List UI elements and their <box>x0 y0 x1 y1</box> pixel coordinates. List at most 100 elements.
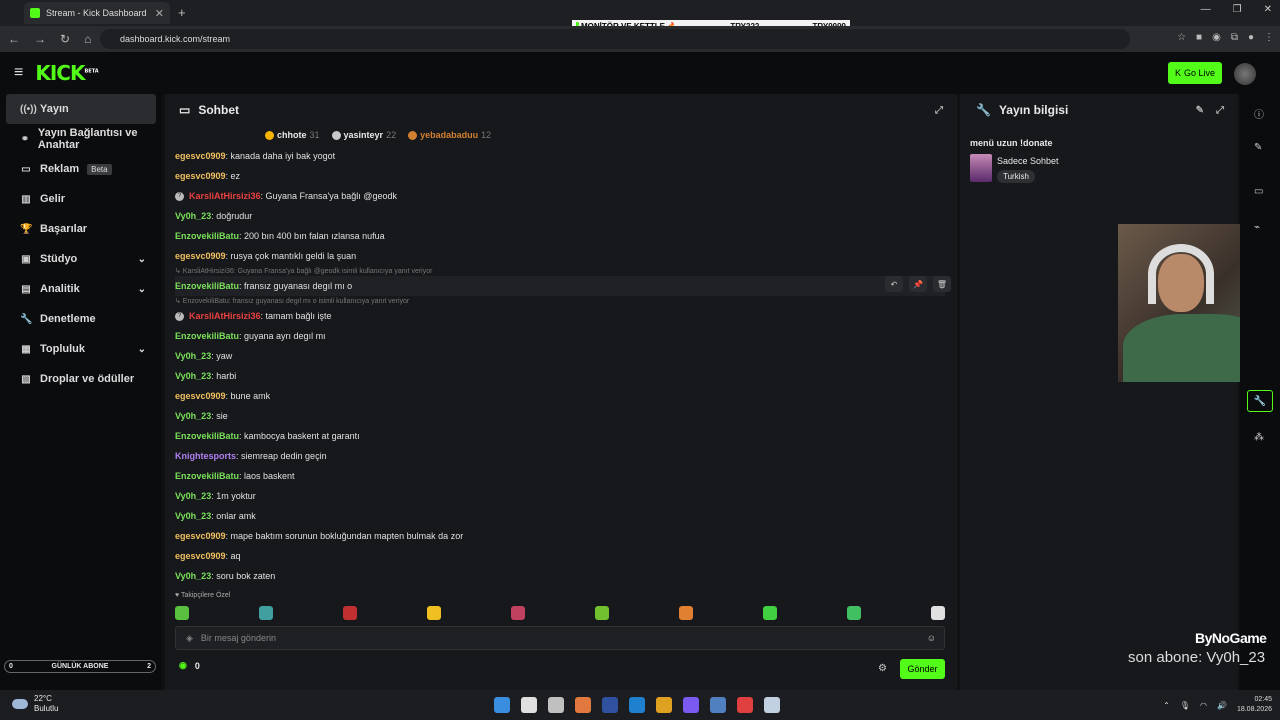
avatar[interactable] <box>1234 63 1256 85</box>
chat-settings-icon[interactable]: ⚙ <box>878 663 887 674</box>
chevron-down-icon[interactable]: ⌄ <box>138 344 146 355</box>
category-thumbnail[interactable] <box>970 154 992 182</box>
chat-username[interactable]: egesvc0909 <box>175 151 226 161</box>
menu-icon[interactable]: ≡ <box>14 64 23 82</box>
chat-username[interactable]: egesvc0909 <box>175 531 226 541</box>
url-field[interactable]: dashboard.kick.com/stream <box>100 29 1130 49</box>
profile-icon[interactable]: ● <box>1248 32 1254 43</box>
emote-icon[interactable] <box>595 606 609 620</box>
emote-icon[interactable] <box>679 606 693 620</box>
taskbar-app-icon[interactable] <box>494 697 510 713</box>
browser-tab[interactable]: Stream - Kick Dashboard ✕ <box>24 2 170 24</box>
send-button[interactable]: Gönder <box>900 659 945 679</box>
chat-username[interactable]: Vy0h_23 <box>175 411 211 421</box>
chevron-down-icon[interactable]: ⌄ <box>138 284 146 295</box>
tool-icon[interactable]: ⌁ <box>1254 222 1260 233</box>
tab-close-icon[interactable]: ✕ <box>155 7 164 20</box>
layout-icon[interactable]: ▭ <box>1254 186 1263 197</box>
chat-message[interactable]: Vy0h_23: sie <box>175 406 945 426</box>
clock[interactable]: 02:45 18.08.2026 <box>1237 695 1272 715</box>
chat-username[interactable]: EnzovekiliBatu <box>175 331 239 341</box>
chat-username[interactable]: Vy0h_23 <box>175 511 211 521</box>
taskbar-app-icon[interactable] <box>737 697 753 713</box>
taskbar-app-icon[interactable] <box>629 697 645 713</box>
leaderboard-entry[interactable]: yebadabaduu 12 <box>408 130 491 140</box>
extensions-puzzle-icon[interactable]: ⧉ <box>1231 32 1238 43</box>
chat-message[interactable]: egesvc0909: ez <box>175 166 945 186</box>
emote-icon[interactable] <box>259 606 273 620</box>
chat-message[interactable]: Knightesports: siemreap dedin geçin <box>175 446 945 466</box>
chat-input[interactable]: ◈ Bir mesaj gönderin ☺ <box>175 626 945 650</box>
edit-icon[interactable]: ✎ <box>1196 105 1204 116</box>
emote-icon[interactable] <box>931 606 945 620</box>
chat-message[interactable]: EnzovekiliBatu: kambocya baskent at gara… <box>175 426 945 446</box>
sidebar-item[interactable]: ▭ Reklam Beta <box>6 154 156 184</box>
emoji-icon[interactable]: ☺ <box>927 633 936 643</box>
chat-message[interactable]: egesvc0909: kanada daha iyi bak yogot <box>175 146 945 166</box>
minimize-icon[interactable]: — <box>1201 4 1211 15</box>
chat-message[interactable]: Vy0h_23: soru bok zaten <box>175 566 945 586</box>
chat-username[interactable]: egesvc0909 <box>175 171 226 181</box>
sidebar-item[interactable]: ▦ Topluluk ⌄ <box>6 334 156 364</box>
chat-message[interactable]: EnzovekiliBatu: fransız guyanası degıl m… <box>175 276 945 296</box>
chevron-down-icon[interactable]: ⌄ <box>138 254 146 265</box>
extension-icon[interactable]: ■ <box>1196 32 1202 43</box>
close-window-icon[interactable]: ✕ <box>1264 4 1272 15</box>
chat-message[interactable]: egesvc0909: bune amk <box>175 386 945 406</box>
go-live-button[interactable]: K Go Live <box>1168 62 1222 84</box>
volume-icon[interactable]: 🔊 <box>1217 701 1227 710</box>
chat-username[interactable]: egesvc0909 <box>175 251 226 261</box>
taskbar-app-icon[interactable] <box>521 697 537 713</box>
reply-icon[interactable]: ↶ <box>885 276 903 292</box>
drops-icon[interactable]: ⁂ <box>1254 432 1264 443</box>
sidebar-item[interactable]: ▤ Analitik ⌄ <box>6 274 156 304</box>
sidebar-item[interactable]: ((•)) Yayın <box>6 94 156 124</box>
emote-icon[interactable] <box>175 606 189 620</box>
taskbar-app-icon[interactable] <box>710 697 726 713</box>
chat-username[interactable]: Vy0h_23 <box>175 571 211 581</box>
tray-chevron-icon[interactable]: ⌃ <box>1163 701 1170 710</box>
extension-icon[interactable]: ◉ <box>1212 32 1221 43</box>
chat-message[interactable]: EnzovekiliBatu: 200 bın 400 bın falan ız… <box>175 226 945 246</box>
popout-icon[interactable]: ⤢ <box>935 105 943 116</box>
chat-message[interactable]: Vy0h_23: doğrudur <box>175 206 945 226</box>
chat-username[interactable]: Knightesports <box>175 451 236 461</box>
pin-icon[interactable]: 📌 <box>909 276 927 292</box>
chat-message[interactable]: EnzovekiliBatu: guyana ayrı degıl mı <box>175 326 945 346</box>
chat-username[interactable]: Vy0h_23 <box>175 371 211 381</box>
sidebar-item[interactable]: ▧ Droplar ve ödüller <box>6 364 156 394</box>
chat-message[interactable]: Vy0h_23: harbi <box>175 366 945 386</box>
sidebar-item[interactable]: ▣ Stüdyo ⌄ <box>6 244 156 274</box>
chat-message[interactable]: ? KarsliAtHirsizi36: Guyana Fransa'ya bağ… <box>175 186 945 206</box>
back-icon[interactable]: ← <box>8 32 20 46</box>
leaderboard-entry[interactable]: yasinteyr 22 <box>331 130 396 140</box>
emote-icon[interactable] <box>511 606 525 620</box>
taskbar-app-icon[interactable] <box>548 697 564 713</box>
chat-username[interactable]: EnzovekiliBatu <box>175 471 239 481</box>
chat-message[interactable]: EnzovekiliBatu: laos baskent <box>175 466 945 486</box>
kick-logo[interactable]: KICKBETA <box>35 61 98 85</box>
sidebar-item[interactable]: 🏆 Başarılar <box>6 214 156 244</box>
bookmark-star-icon[interactable]: ☆ <box>1177 32 1186 43</box>
chat-message[interactable]: egesvc0909: mape baktım sorunun bokluğun… <box>175 526 945 546</box>
chat-message[interactable]: ? KarsliAtHirsizi36: tamam bağlı işte <box>175 306 945 326</box>
new-tab-button[interactable]: + <box>178 5 186 20</box>
pencil-icon[interactable]: ✎ <box>1254 142 1262 153</box>
mic-icon[interactable]: 🎙 <box>1180 701 1190 710</box>
taskbar-app-icon[interactable] <box>575 697 591 713</box>
maximize-icon[interactable]: ❐ <box>1233 4 1242 15</box>
delete-icon[interactable]: 🗑 <box>933 276 951 292</box>
taskbar-app-icon[interactable] <box>656 697 672 713</box>
chat-username[interactable]: KarsliAtHirsizi36 <box>189 311 261 321</box>
forward-icon[interactable]: → <box>34 32 46 46</box>
chat-username[interactable]: EnzovekiliBatu <box>175 281 239 291</box>
chat-message[interactable]: Vy0h_23: 1m yoktur <box>175 486 945 506</box>
sidebar-item[interactable]: ▥ Gelir <box>6 184 156 214</box>
taskbar-app-icon[interactable] <box>764 697 780 713</box>
points-icon[interactable]: ◉ <box>179 660 187 671</box>
chat-message[interactable]: egesvc0909: rusya çok mantıklı geldi la … <box>175 246 945 266</box>
chat-username[interactable]: EnzovekiliBatu <box>175 431 239 441</box>
emote-icon[interactable] <box>847 606 861 620</box>
category-name[interactable]: Sadece Sohbet <box>997 156 1059 166</box>
leaderboard-entry[interactable]: chhote 31 <box>265 130 320 140</box>
